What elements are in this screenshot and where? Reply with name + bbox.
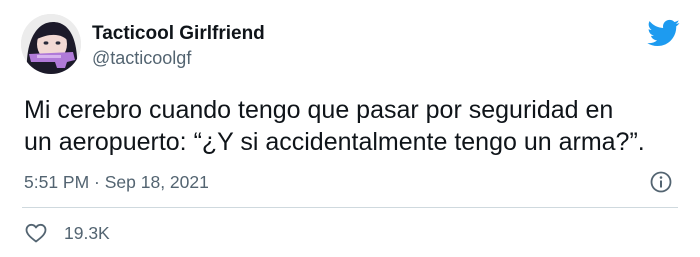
user-handle[interactable]: @tacticoolgf (92, 46, 265, 70)
tweet-timestamp[interactable]: 5:51 PM · Sep 18, 2021 (24, 170, 209, 194)
like-count: 19.3K (64, 223, 110, 243)
twitter-bird-icon[interactable] (646, 16, 680, 50)
divider (22, 207, 678, 208)
avatar-image (21, 14, 81, 74)
tweet-card: Tacticool Girlfriend @tacticoolgf Mi cer… (0, 0, 700, 257)
display-name[interactable]: Tacticool Girlfriend (92, 22, 265, 46)
author-block: Tacticool Girlfriend @tacticoolgf (92, 22, 265, 70)
tweet-text: Mi cerebro cuando tengo que pasar por se… (24, 96, 645, 156)
avatar[interactable] (21, 14, 81, 74)
heart-icon[interactable] (24, 221, 48, 245)
info-icon[interactable] (649, 170, 673, 194)
like-action[interactable]: 19.3K (24, 220, 110, 246)
